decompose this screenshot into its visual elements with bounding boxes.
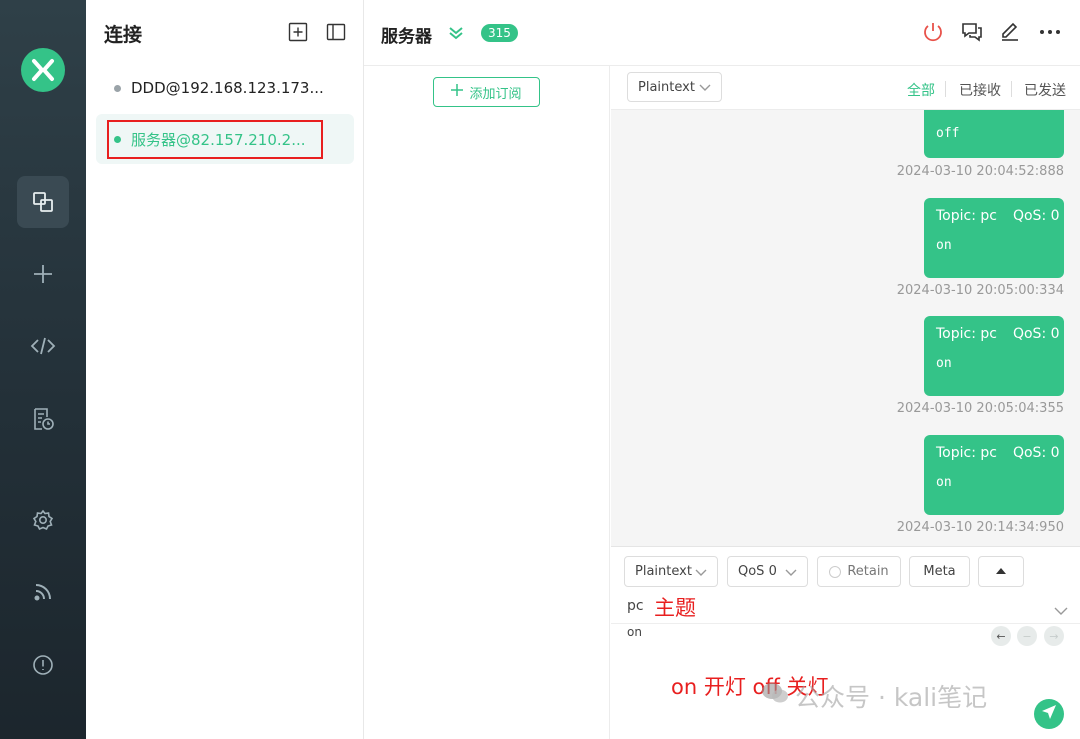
new-window-icon[interactable]	[288, 22, 308, 42]
connection-label: DDD@192.168.123.173...	[131, 79, 324, 97]
send-icon	[1041, 704, 1057, 724]
filter-all[interactable]: 全部	[907, 80, 935, 100]
message-timestamp: 2024-03-10 20:05:00:334	[896, 283, 1064, 298]
filter-sent[interactable]: 已发送	[1024, 80, 1066, 100]
message-qos: QoS: 0	[1012, 326, 1060, 342]
connection-item[interactable]: DDD@192.168.123.173...	[96, 63, 354, 113]
divider	[1011, 81, 1012, 97]
log-icon[interactable]	[17, 393, 69, 445]
message-bubble: off	[924, 110, 1064, 158]
watermark: 公众号 · kali笔记	[761, 678, 987, 714]
message-topic: Topic: pc	[936, 208, 997, 224]
format-value: Plaintext	[635, 564, 692, 579]
send-button[interactable]	[1034, 699, 1064, 729]
topic-value: pc	[627, 598, 644, 614]
message-qos: QoS: 0	[1012, 208, 1060, 224]
chevron-down-icon	[695, 566, 707, 582]
qos-value: QoS 0	[738, 564, 777, 579]
message-payload: off	[936, 126, 960, 141]
subscriptions-panel: 添加订阅	[364, 66, 610, 739]
annotation-highlight-box	[107, 120, 323, 159]
collapse-panel-icon[interactable]	[326, 22, 346, 42]
chevron-down-icon	[699, 81, 711, 97]
plus-icon	[451, 84, 464, 100]
add-subscription-label: 添加订阅	[469, 86, 522, 102]
retain-checkbox[interactable]: Retain	[817, 556, 901, 587]
connections-icon[interactable]	[17, 176, 69, 228]
code-icon[interactable]	[17, 320, 69, 372]
chat-icon[interactable]	[960, 20, 984, 44]
history-back-icon[interactable]: ←	[991, 626, 1011, 646]
feed-icon[interactable]	[17, 566, 69, 618]
settings-icon[interactable]	[17, 494, 69, 546]
connection-header: 服务器 315	[364, 0, 1080, 66]
message-bubble: Topic: pc QoS: 0 on	[924, 435, 1064, 515]
chevron-down-icon[interactable]	[1054, 602, 1068, 621]
message-bubble: Topic: pc QoS: 0 on	[924, 316, 1064, 396]
topic-input[interactable]: pc 主题	[611, 592, 1080, 624]
wechat-icon	[761, 681, 789, 711]
plus-icon[interactable]	[17, 248, 69, 300]
status-dot	[114, 84, 121, 92]
payload-editor[interactable]: on	[627, 625, 642, 639]
radio-circle-icon	[829, 565, 842, 578]
message-payload: on	[936, 356, 952, 371]
message-payload: on	[936, 238, 952, 253]
disconnect-icon[interactable]	[921, 20, 945, 44]
composer-format-select[interactable]: Plaintext	[624, 556, 718, 587]
message-qos: QoS: 0	[1012, 445, 1060, 461]
mqttx-logo-icon	[21, 48, 65, 92]
history-clear-icon[interactable]: −	[1017, 626, 1037, 646]
payload-format-select[interactable]: Plaintext	[627, 72, 722, 102]
info-icon[interactable]	[17, 639, 69, 691]
message-topic: Topic: pc	[936, 445, 997, 461]
retain-label: Retain	[847, 564, 889, 579]
page-title: 服务器	[381, 27, 432, 47]
filter-received[interactable]: 已接收	[959, 80, 1001, 100]
message-timestamp: 2024-03-10 20:04:52:888	[896, 164, 1064, 179]
meta-button[interactable]: Meta	[909, 556, 970, 587]
message-composer: Plaintext QoS 0 Retain Meta pc 主题 on ← −…	[611, 546, 1080, 739]
message-timestamp: 2024-03-10 20:14:34:950	[896, 520, 1064, 535]
edit-icon[interactable]	[998, 20, 1022, 44]
watermark-text: 公众号 · kali笔记	[795, 683, 988, 712]
more-icon[interactable]	[1038, 20, 1062, 44]
message-list[interactable]: off 2024-03-10 20:04:52:888 Topic: pc QoS…	[611, 110, 1080, 546]
message-toolbar: Plaintext 全部 已接收 已发送	[611, 66, 1080, 110]
double-chevron-down-icon[interactable]	[448, 25, 464, 45]
chevron-down-icon	[785, 566, 797, 582]
message-payload: on	[936, 475, 952, 490]
history-forward-icon[interactable]: →	[1044, 626, 1064, 646]
nav-rail	[0, 0, 86, 739]
expand-button[interactable]	[978, 556, 1024, 587]
topic-annotation: 主题	[654, 596, 696, 620]
message-count-badge: 315	[481, 24, 518, 42]
message-timestamp: 2024-03-10 20:05:04:355	[896, 401, 1064, 416]
message-topic: Topic: pc	[936, 326, 997, 342]
divider	[945, 81, 946, 97]
connections-panel: 连接 DDD@192.168.123.173... 服务器@82.157.210…	[86, 0, 364, 739]
add-subscription-button[interactable]: 添加订阅	[433, 77, 540, 107]
caret-up-icon	[996, 564, 1006, 579]
format-value: Plaintext	[638, 79, 695, 95]
qos-select[interactable]: QoS 0	[727, 556, 808, 587]
message-bubble: Topic: pc QoS: 0 on	[924, 198, 1064, 278]
connections-title: 连接	[104, 24, 143, 46]
meta-label: Meta	[923, 564, 956, 579]
